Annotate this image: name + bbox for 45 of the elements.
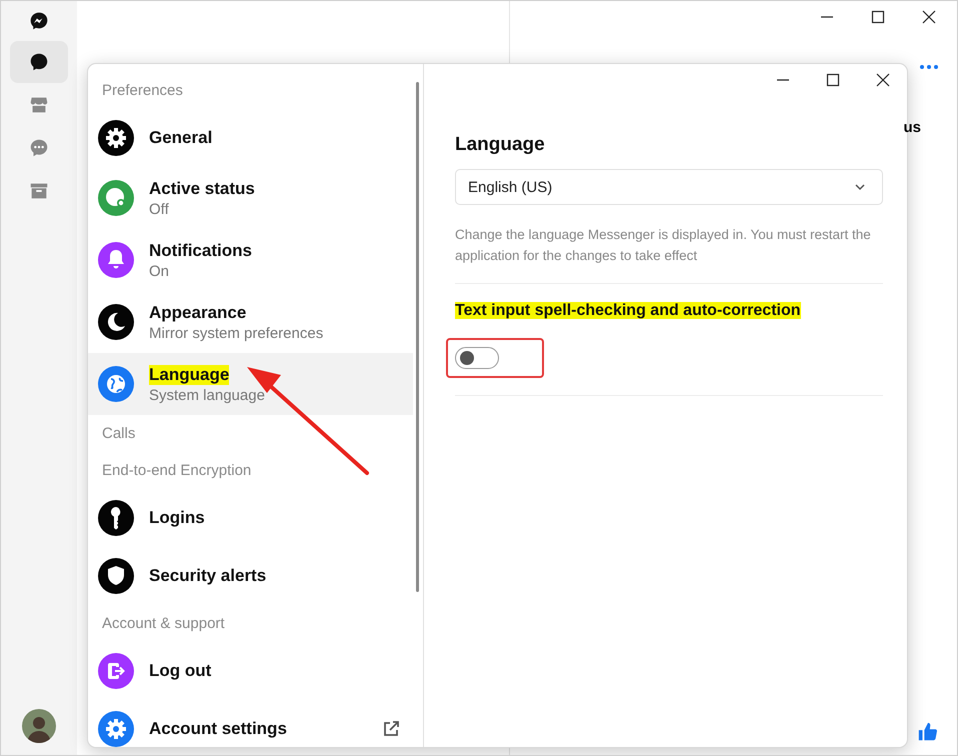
item-label: Appearance <box>149 302 246 322</box>
settings-item[interactable]: Appearance Mirror system preferences <box>88 291 413 353</box>
item-label: General <box>149 128 212 148</box>
settings-item[interactable]: Log out <box>88 642 413 700</box>
item-value: System language <box>149 386 265 404</box>
speech-bubble-icon <box>28 137 50 159</box>
settings-item[interactable]: Active status Off <box>88 167 413 229</box>
more-icon[interactable] <box>919 64 939 70</box>
section-heading: Account & support <box>102 614 225 634</box>
item-label: Account settings <box>149 719 287 739</box>
section-heading: Preferences <box>102 81 183 101</box>
settings-item[interactable]: Security alerts <box>88 547 413 605</box>
item-value: Mirror system preferences <box>149 324 324 342</box>
section-heading: Calls <box>102 424 136 444</box>
settings-item[interactable]: Logins <box>88 489 413 547</box>
item-label: Language <box>149 364 230 384</box>
settings-item[interactable]: Account settings <box>88 700 413 747</box>
item-value: Off <box>149 200 169 218</box>
item-label: Notifications <box>149 240 252 260</box>
close-icon[interactable] <box>875 72 891 88</box>
contact-name: us <box>902 119 921 136</box>
section-heading: End-to-end Encryption <box>102 461 252 481</box>
toggle-switch[interactable] <box>455 347 499 369</box>
thumbs-up-icon[interactable] <box>917 721 939 743</box>
setting-title: Text input spell-checking and auto-correction <box>455 302 801 319</box>
close-icon[interactable] <box>921 9 937 25</box>
item-label: Logins <box>149 508 205 528</box>
chat-bubble-icon <box>28 51 50 73</box>
description-text: Change the language Messenger is displayed in. You must restart the application for the changes to take effect <box>455 226 872 265</box>
avatar-icon[interactable] <box>22 709 56 743</box>
messenger-logo-icon <box>29 11 49 31</box>
settings-item[interactable]: General <box>88 109 413 167</box>
chevron-down-icon <box>854 183 866 191</box>
item-label: Log out <box>149 661 212 681</box>
item-value: On <box>149 262 170 280</box>
scrollbar-thumb[interactable] <box>416 82 419 592</box>
item-label: Security alerts <box>149 566 266 586</box>
settings-item[interactable]: Notifications On <box>88 229 413 291</box>
maximize-icon[interactable] <box>825 72 841 88</box>
chat-tab[interactable] <box>10 41 68 83</box>
maximize-icon[interactable] <box>870 9 886 25</box>
language-dropdown[interactable]: English (US) <box>455 169 883 205</box>
settings-item[interactable]: Language System language <box>88 353 413 415</box>
item-label: Active status <box>149 178 255 198</box>
section-title: Language <box>455 134 545 156</box>
